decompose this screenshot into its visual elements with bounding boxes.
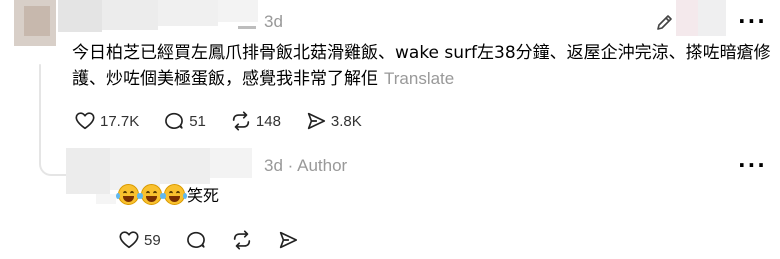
laughing-emoji-icon <box>116 184 141 205</box>
heart-icon <box>119 231 139 249</box>
reply-timestamp: 3d <box>264 156 283 175</box>
post-body: 今日柏芝已經買左鳳爪排骨飯北菇滑雞飯、wake surf左38分鐘、返屋企沖完涼… <box>72 40 772 92</box>
repost-icon <box>233 230 250 250</box>
reply-meta: 3d · Author <box>264 156 347 176</box>
post-actions: 17.7K 51 148 3.8K <box>74 110 386 132</box>
reply-more-icon[interactable]: ··· <box>738 155 767 175</box>
comment-button[interactable]: 51 <box>163 110 206 132</box>
share-button[interactable]: 3.8K <box>305 110 362 132</box>
repost-button[interactable]: 148 <box>230 110 281 132</box>
edit-icon[interactable] <box>655 12 675 36</box>
laughing-emoji-icon <box>139 184 164 205</box>
thread-line <box>39 64 41 164</box>
reply-like-button[interactable]: 59 <box>118 229 161 251</box>
reply-comment-button[interactable] <box>185 229 207 251</box>
post-avatar[interactable] <box>14 0 56 46</box>
thread-reply-connector <box>39 160 69 176</box>
share-count: 3.8K <box>330 112 362 130</box>
repost-icon <box>232 111 250 131</box>
post-right-blur <box>676 0 726 36</box>
heart-icon <box>75 112 95 130</box>
reply-actions: 59 <box>118 229 323 251</box>
comment-icon <box>165 112 184 129</box>
like-count: 17.7K <box>100 112 140 130</box>
reply-like-count: 59 <box>144 231 161 249</box>
share-icon <box>307 112 325 130</box>
reply-body: 笑死 <box>116 184 220 208</box>
laughing-emoji-icon <box>162 184 187 205</box>
reply-text: 笑死 <box>187 186 220 205</box>
post-more-icon[interactable]: ··· <box>738 11 767 31</box>
repost-count: 148 <box>255 112 281 130</box>
post-username[interactable] <box>58 0 258 32</box>
comment-icon <box>186 231 205 248</box>
comment-count: 51 <box>189 112 206 130</box>
meta-separator: · <box>287 156 298 175</box>
author-tag: Author <box>297 156 348 175</box>
reply-share-button[interactable] <box>277 229 299 251</box>
reply-repost-button[interactable] <box>231 229 253 251</box>
post-timestamp: 3d <box>264 12 283 31</box>
like-button[interactable]: 17.7K <box>74 110 139 132</box>
translate-link[interactable]: Translate <box>384 69 454 88</box>
share-icon <box>279 231 297 249</box>
